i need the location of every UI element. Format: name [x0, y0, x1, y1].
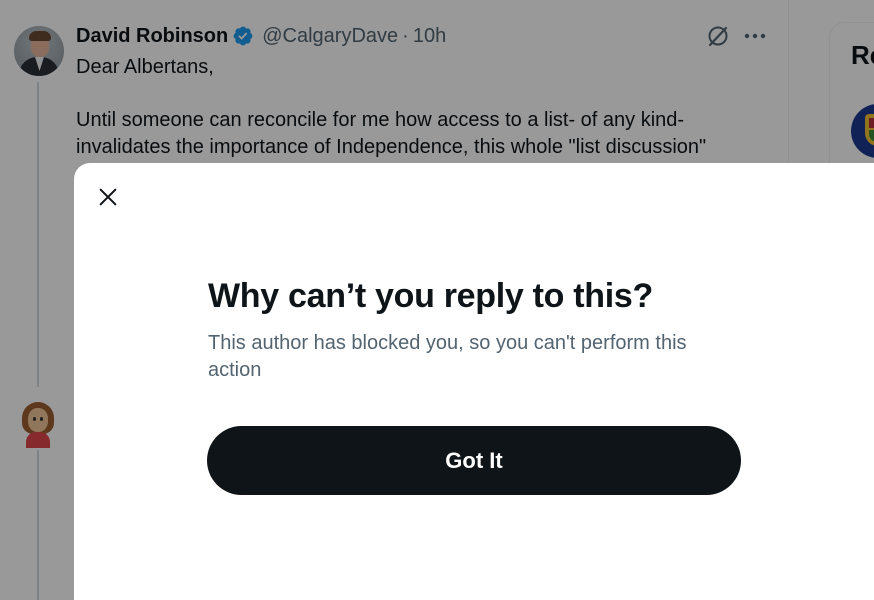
close-icon: [99, 188, 117, 206]
dialog-title: Why can’t you reply to this?: [208, 277, 653, 315]
reply-restriction-dialog: Why can’t you reply to this? This author…: [74, 163, 874, 600]
got-it-button[interactable]: Got It: [207, 426, 741, 495]
app-window: David Robinson @CalgaryDave · 10h Dear A…: [0, 0, 874, 600]
dialog-message: This author has blocked you, so you can'…: [208, 332, 687, 381]
close-button[interactable]: [90, 179, 126, 215]
